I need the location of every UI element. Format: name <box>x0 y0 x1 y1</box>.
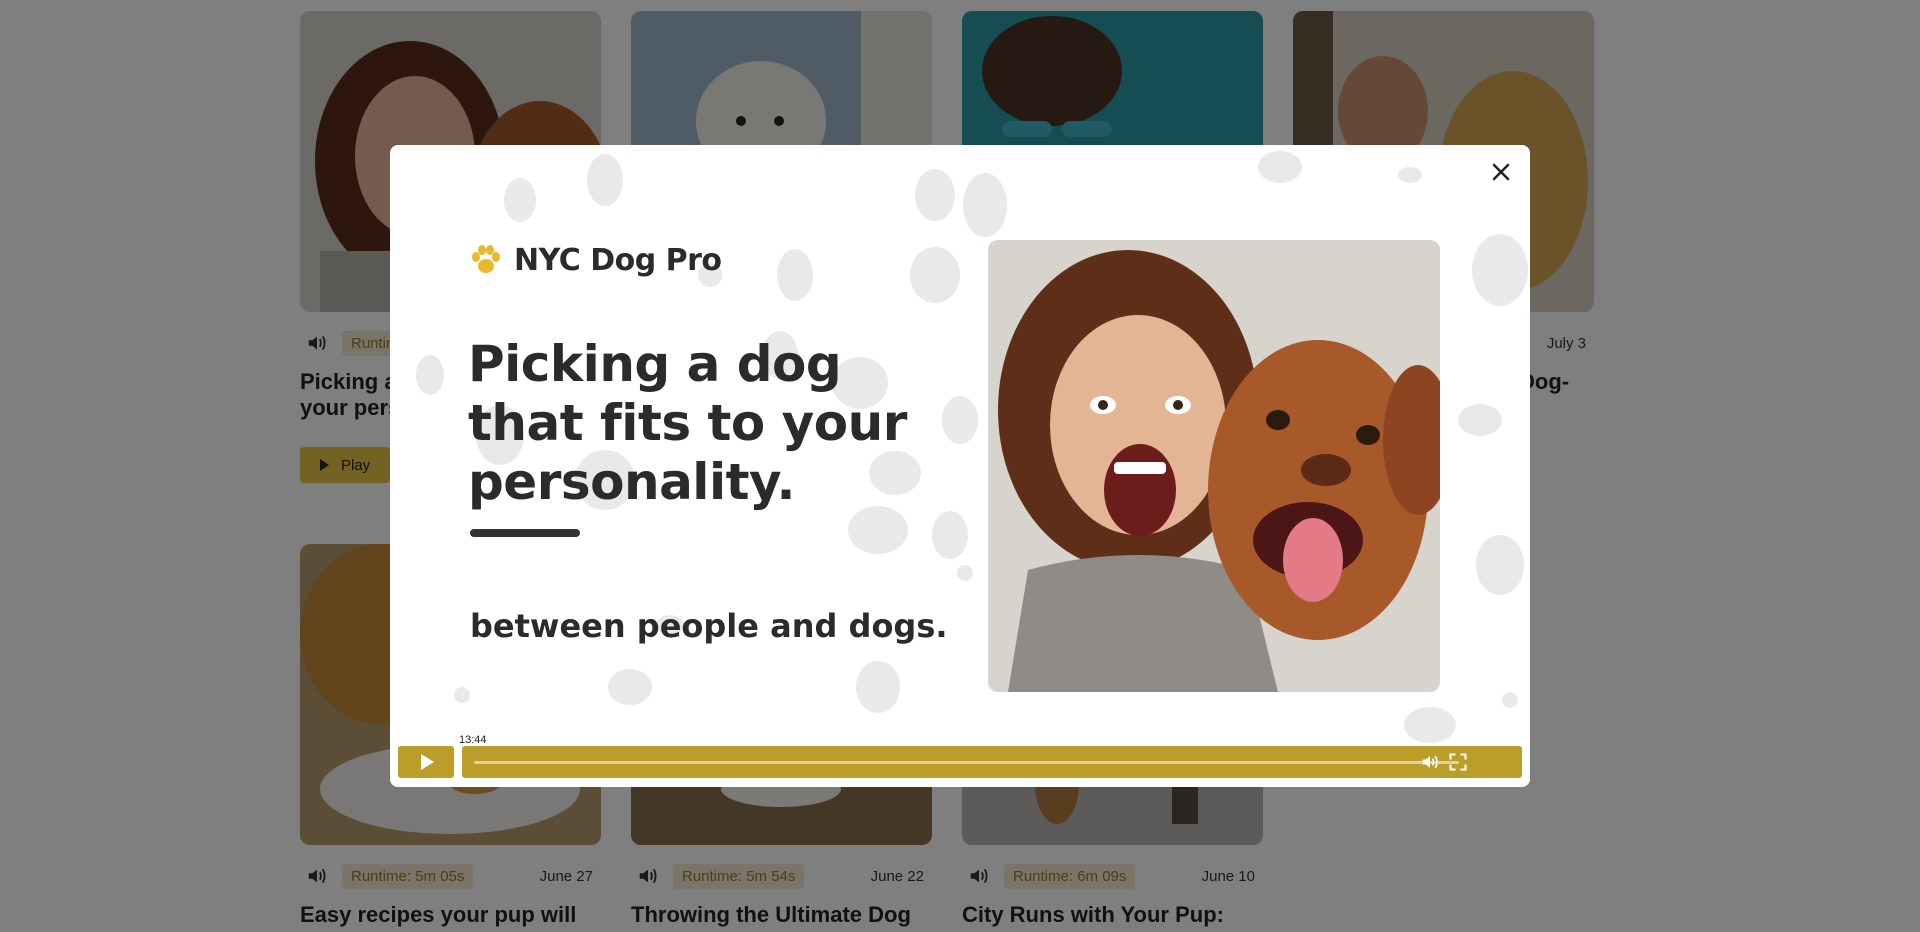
volume-icon[interactable] <box>1420 752 1440 772</box>
brand: NYC Dog Pro <box>468 242 722 278</box>
video-subtext: between people and dogs. <box>470 607 948 645</box>
close-icon[interactable] <box>1486 157 1516 187</box>
fullscreen-icon[interactable] <box>1448 752 1468 772</box>
play-button[interactable] <box>398 746 454 778</box>
video-player-controls <box>398 746 1522 778</box>
video-photo <box>988 240 1440 692</box>
progress-track[interactable] <box>462 746 1522 778</box>
paw-logo-icon <box>472 245 500 273</box>
video-modal: NYC Dog Pro Picking a dog that fits to y… <box>390 145 1530 787</box>
current-time-tooltip: 13:44 <box>456 733 490 747</box>
video-headline: Picking a dog that fits to your personal… <box>468 335 907 511</box>
play-icon <box>421 754 434 770</box>
headline-underline <box>470 529 580 537</box>
brand-name: NYC Dog Pro <box>514 242 722 278</box>
progress-line[interactable] <box>474 761 1459 764</box>
